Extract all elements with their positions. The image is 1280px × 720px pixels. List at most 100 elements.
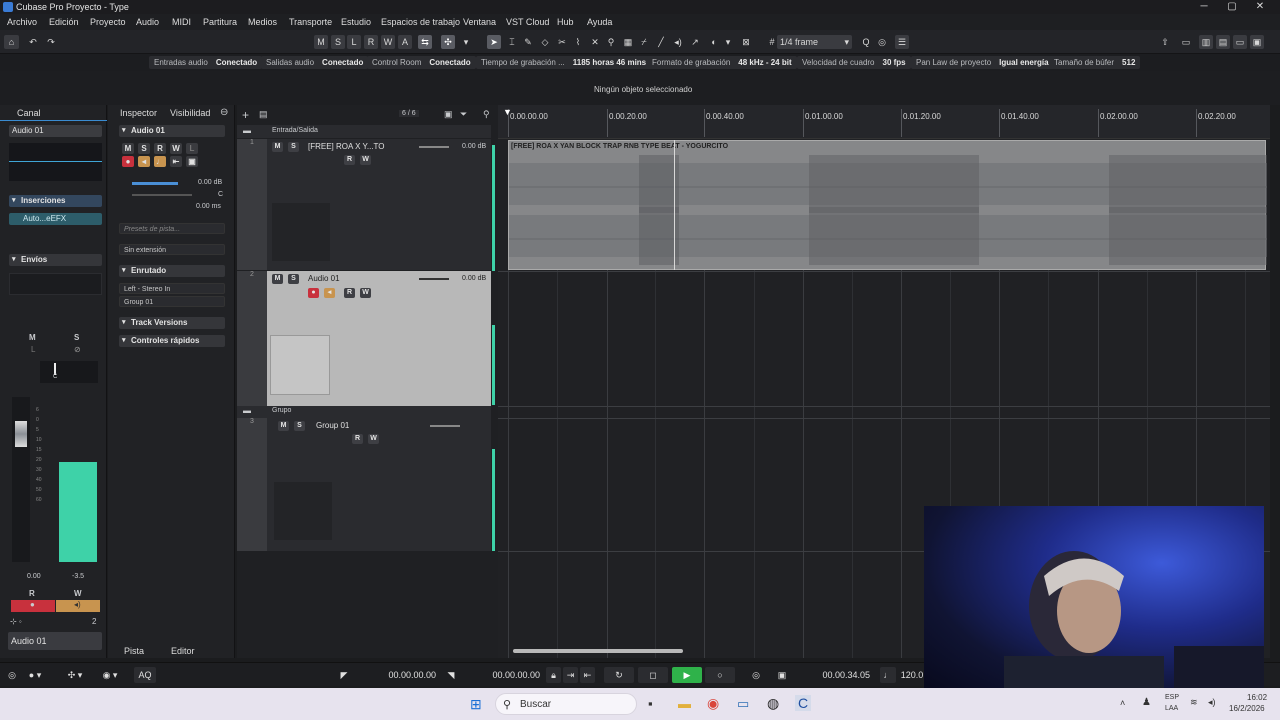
inspector-pan-value[interactable]: C (218, 191, 223, 198)
inspector-pan-slider[interactable] (132, 194, 192, 196)
routing-header[interactable]: Enrutado (119, 265, 225, 277)
status-frame-rate[interactable]: Velocidad de cuadro 30 fps (797, 56, 911, 69)
inspector-read-button[interactable]: R (154, 143, 166, 154)
record-mode-icon[interactable]: ● ▾ (24, 667, 46, 683)
record-enable-button[interactable]: ● (11, 600, 55, 612)
layout-left-icon[interactable]: ▥ (1199, 35, 1213, 49)
write-mode-button[interactable]: W (381, 35, 395, 49)
quantize-select[interactable]: 1/4 frame ▾ (777, 35, 852, 49)
snap-toggle-icon[interactable]: ⊠ (739, 35, 753, 49)
inspector-delay-value[interactable]: 0.00 ms (196, 203, 221, 210)
layout-right-icon[interactable]: ▣ (1250, 35, 1264, 49)
edit-channel-icon[interactable]: ⊘ (74, 345, 81, 354)
insert-slot-1[interactable]: Auto...eEFX (9, 213, 102, 225)
status-control-room[interactable]: Control Room Conectado (367, 56, 476, 69)
track-2-mute[interactable]: M (272, 274, 283, 284)
menu-estudio[interactable]: Estudio (341, 17, 371, 27)
menu-vst-cloud[interactable]: VST Cloud (506, 17, 549, 27)
menu-archivo[interactable]: Archivo (7, 17, 37, 27)
inspector-monitor-button[interactable]: ◂ (138, 156, 150, 167)
mute-mode-button[interactable]: M (314, 35, 328, 49)
snap-mode-icon[interactable]: ✣ ▾ (60, 667, 90, 683)
time-warp-icon[interactable]: ⌿ (637, 35, 651, 49)
draw-tool-icon[interactable]: ↗ (688, 35, 702, 49)
menu-edicion[interactable]: Edición (49, 17, 79, 27)
track-3-header[interactable]: M S Group 01 R W (267, 418, 491, 551)
pointer-tool-icon[interactable]: ➤ (487, 35, 501, 49)
track-2-record[interactable]: ● (308, 288, 319, 298)
display-icon[interactable]: ▣ (774, 667, 790, 683)
status-pan-law[interactable]: Pan Law de proyecto Igual energía (911, 56, 1054, 69)
punch-in-icon[interactable]: ⇥ (563, 667, 578, 683)
tab-canal[interactable]: Canal (17, 108, 41, 118)
menu-transporte[interactable]: Transporte (289, 17, 332, 27)
status-record-time[interactable]: Tiempo de grabación ... 1185 horas 46 min… (476, 56, 652, 69)
status-buffer-size[interactable]: Tamaño de búfer 512 (1049, 56, 1141, 69)
clock-time[interactable]: 16:02 (1247, 693, 1267, 702)
track-3-mute[interactable]: M (278, 421, 289, 431)
inspector-volume-slider[interactable] (132, 182, 178, 185)
inspector-write-button[interactable]: W (170, 143, 182, 154)
inspector-menu-icon[interactable]: ⊖ (220, 107, 228, 118)
tab-visibility[interactable]: Visibilidad (170, 108, 210, 118)
track-presets-field[interactable]: Presets de pista... (119, 223, 225, 234)
inspector-freeze-icon[interactable]: ▣ (186, 156, 198, 167)
play-icon[interactable]: ▶ (672, 667, 702, 683)
inspector-volume-value[interactable]: 0.00 dB (198, 179, 222, 186)
inspector-lock-icon[interactable]: ⇤ (170, 156, 182, 167)
track-2-write[interactable]: W (360, 288, 371, 298)
track-2-name[interactable]: Audio 01 (308, 274, 340, 283)
menu-proyecto[interactable]: Proyecto (90, 17, 126, 27)
link-icon[interactable]: ⊹ ◦ (10, 617, 22, 626)
cycle-mode-icon[interactable]: ◉ ▾ (98, 667, 122, 683)
tab-inspector[interactable]: Inspector (120, 108, 157, 118)
extension-field[interactable]: Sin extensión (119, 244, 225, 255)
punch-out-icon[interactable]: ⇤ (580, 667, 595, 683)
eraser-tool-icon[interactable]: ◇ (538, 35, 552, 49)
tray-chevron-icon[interactable]: ˄ (1120, 698, 1125, 708)
inspector-track-header[interactable]: Audio 01 (119, 125, 225, 137)
comp-tool-icon[interactable]: ▦ (621, 35, 635, 49)
metronome-icon[interactable]: ♩ (880, 667, 896, 683)
cubase-taskbar-icon[interactable]: C (795, 695, 812, 711)
track-visibility-icon[interactable]: ▣ (444, 109, 453, 120)
clock-date[interactable]: 16/2/2026 (1229, 704, 1265, 713)
sends-header[interactable]: Envíos (9, 254, 102, 266)
track-1-volume[interactable]: 0.00 dB (462, 143, 486, 150)
playhead-marker-icon[interactable]: ▼ (503, 107, 512, 117)
track-3-solo[interactable]: S (294, 421, 305, 431)
monitor-button[interactable]: ◂) (56, 600, 100, 612)
menu-partitura[interactable]: Partitura (203, 17, 237, 27)
menu-midi[interactable]: MIDI (172, 17, 191, 27)
taskbar-search[interactable]: ⚲ Buscar (495, 693, 637, 715)
timeline-ruler[interactable]: 0.00.00.00 0.00.20.00 0.00.40.00 0.01.00… (498, 105, 1270, 139)
volume-readout[interactable]: 0.00 (27, 573, 41, 580)
tab-editor[interactable]: Editor (171, 646, 195, 656)
home-icon[interactable]: ⌂ (4, 35, 19, 49)
window-app-icon[interactable]: ▭ (737, 696, 749, 712)
chevron-down-icon[interactable]: ▾ (721, 35, 735, 49)
menu-hub[interactable]: Hub (557, 17, 574, 27)
pencil-tool-icon[interactable]: ✎ (521, 35, 535, 49)
layout-bottom-icon[interactable]: ▭ (1233, 35, 1247, 49)
windows-start-icon[interactable]: ⊞ (470, 696, 482, 713)
mute-tool-icon[interactable]: ✕ (588, 35, 602, 49)
app-icon[interactable]: ◍ (767, 695, 779, 712)
wifi-icon[interactable]: ≋ (1190, 697, 1198, 708)
menu-audio[interactable]: Audio (136, 17, 159, 27)
inspector-mute-button[interactable]: M (122, 143, 134, 154)
track-1-solo[interactable]: S (288, 142, 299, 152)
track-1-read[interactable]: R (344, 155, 355, 165)
volume-fader-handle[interactable] (15, 421, 27, 447)
record-icon[interactable]: ○ (705, 667, 735, 683)
undo-icon[interactable]: ↶ (26, 35, 40, 49)
track-2-header[interactable]: M S Audio 01 0.00 dB ● ◂ R W (267, 271, 491, 406)
language-code[interactable]: ESP (1165, 694, 1179, 701)
status-audio-outputs[interactable]: Salidas audio Conectado (261, 56, 369, 69)
inspector-timebase-icon[interactable]: ♩ (154, 156, 166, 167)
menu-espacios-de-trabajo[interactable]: Espacios de trabajo (381, 17, 460, 27)
media-bay-icon[interactable]: ▭ (1179, 35, 1193, 49)
zoom-tool-icon[interactable]: ⚲ (604, 35, 618, 49)
track-options-icon[interactable]: ▤ (259, 109, 268, 120)
volume-icon[interactable]: ◂) (1208, 697, 1216, 708)
